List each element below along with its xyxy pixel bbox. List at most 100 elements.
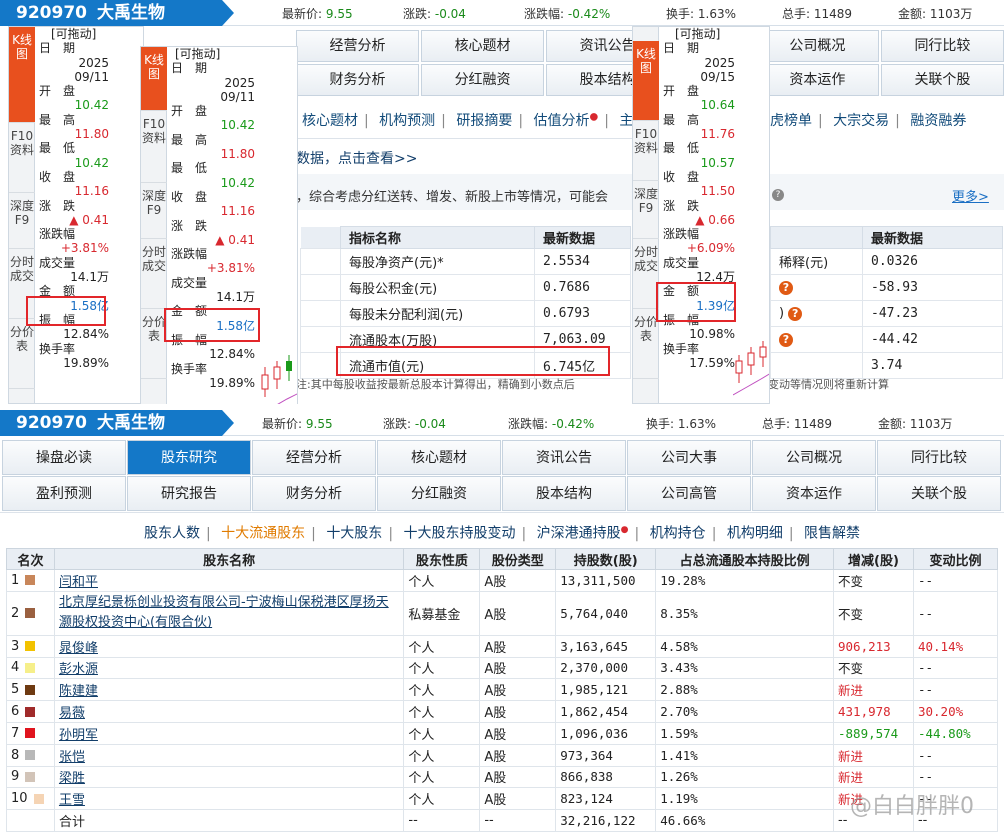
- nav-top-9[interactable]: 资本运作: [755, 64, 879, 96]
- side-tab-f9[interactable]: 深度F9: [141, 183, 167, 239]
- tab-margin[interactable]: 融资融券: [910, 113, 966, 129]
- color-swatch: [25, 706, 36, 717]
- kline-side-tabs: K线图 F10资料 深度F9 分时成交 分价表: [633, 27, 659, 403]
- turnover: 换手: 1.63%: [666, 7, 736, 21]
- holder-name-link[interactable]: 王雪: [53, 787, 405, 811]
- tab-valuation[interactable]: 估值分析: [534, 113, 590, 129]
- tab-core-topic[interactable]: 核心题材: [302, 113, 358, 129]
- tab-holder-count[interactable]: 股东人数: [144, 526, 200, 542]
- tab-top10-change[interactable]: 十大股东持股变动: [403, 526, 515, 542]
- stock-code-name[interactable]: 920970 大禹生物: [0, 410, 234, 436]
- side-tab-price[interactable]: 分价表: [9, 319, 35, 389]
- side-tab-f9[interactable]: 深度F9: [9, 193, 35, 249]
- nav-operation[interactable]: 经营分析: [252, 440, 376, 475]
- nav-events[interactable]: 公司大事: [627, 440, 751, 475]
- holder-name-link[interactable]: 北京厚纪景栎创业投资有限公司-宁波梅山保税港区厚扬天灏股权投资中心(有限合伙): [53, 590, 405, 636]
- holder-name-link[interactable]: 陈建建: [53, 678, 405, 702]
- nav-peers[interactable]: 同行比较: [877, 440, 1001, 475]
- holder-name-link[interactable]: 易薇: [53, 700, 405, 723]
- side-tab-k[interactable]: K线图: [9, 27, 35, 123]
- side-tab-tick[interactable]: 分时成交: [141, 239, 167, 309]
- kline-panel-2[interactable]: K线图 F10资料 深度F9 分时成交 分价表 [可拖动] 日 期 2025 0…: [140, 46, 298, 404]
- nav-shareholder[interactable]: 股东研究: [127, 440, 251, 475]
- help-icon[interactable]: ?: [772, 186, 784, 201]
- tab-lockup[interactable]: 限售解禁: [804, 526, 860, 542]
- holder-type: 个人: [403, 569, 481, 592]
- holder-type: 个人: [403, 678, 481, 702]
- nav-related[interactable]: 关联个股: [877, 476, 1001, 511]
- nav-research[interactable]: 研究报告: [127, 476, 251, 511]
- nav-top-1[interactable]: 经营分析: [296, 30, 420, 62]
- drag-hint[interactable]: [可拖动]: [175, 47, 259, 61]
- notice-link[interactable]: 数据，点击查看>>: [296, 148, 417, 168]
- tab-block-trade[interactable]: 大宗交易: [833, 113, 889, 129]
- drag-hint[interactable]: [可拖动]: [51, 27, 113, 41]
- tab-hk-connect[interactable]: 沪深港通持股: [537, 526, 621, 542]
- question-icon[interactable]: ?: [788, 307, 803, 321]
- nav-top-4[interactable]: 公司概况: [755, 30, 879, 62]
- nav-news[interactable]: 资讯公告: [502, 440, 626, 475]
- tab-inst-forecast[interactable]: 机构预测: [379, 113, 435, 129]
- side-tab-k[interactable]: K线图: [141, 47, 167, 111]
- ind2-val: 0.0326: [862, 248, 1003, 275]
- kline-side-tabs: K线图 F10资料 深度F9 分时成交 分价表: [141, 47, 167, 404]
- holder-name-link[interactable]: 孙明军: [53, 721, 405, 745]
- change-ratio: -44.80%: [912, 721, 999, 745]
- nav-core-topic[interactable]: 核心题材: [377, 440, 501, 475]
- nav-dividend[interactable]: 分红融资: [377, 476, 501, 511]
- ind-header-val: 最新数据: [534, 226, 631, 249]
- side-tab-f10[interactable]: F10资料: [141, 111, 167, 183]
- tab-dragon-tiger[interactable]: 虎榜单: [770, 113, 812, 129]
- share-change: 906,213: [833, 634, 914, 658]
- new-dot-icon: ●: [620, 525, 629, 535]
- nav-capital-ops[interactable]: 资本运作: [752, 476, 876, 511]
- tab-inst-holding[interactable]: 机构持仓: [650, 526, 706, 542]
- change-ratio: --: [912, 569, 999, 592]
- nav-finance[interactable]: 财务分析: [252, 476, 376, 511]
- nav-top-7[interactable]: 分红融资: [421, 64, 545, 96]
- ind-val: 0.7686: [534, 274, 631, 301]
- tab-inst-detail[interactable]: 机构明细: [727, 526, 783, 542]
- share-change: 新进: [833, 743, 914, 767]
- holder-name-link[interactable]: 晁俊峰: [53, 634, 405, 658]
- kline-panel-1[interactable]: K线图 F10资料 深度F9 分时成交 分价表 [可拖动] 日 期 2025 0…: [8, 26, 144, 404]
- color-swatch: [25, 750, 36, 761]
- nav-executives[interactable]: 公司高管: [627, 476, 751, 511]
- nav-top-6[interactable]: 财务分析: [296, 64, 420, 96]
- holder-name-link[interactable]: 彭水源: [53, 656, 405, 680]
- nav-must-read[interactable]: 操盘必读: [2, 440, 126, 475]
- nav-top-5[interactable]: 同行比较: [880, 30, 1004, 62]
- rank: 4: [11, 660, 20, 676]
- holder-name-link[interactable]: 闫和平: [53, 569, 405, 592]
- drag-hint[interactable]: [可拖动]: [675, 27, 739, 41]
- tab-top10-float[interactable]: 十大流通股东: [221, 526, 305, 542]
- rank-cell: 8: [6, 743, 55, 767]
- stock-code: 920970: [16, 413, 87, 433]
- nav-top-2[interactable]: 核心题材: [421, 30, 545, 62]
- stock-code-name[interactable]: 920970 大禹生物: [0, 0, 234, 26]
- question-icon[interactable]: ?: [779, 333, 793, 347]
- bottom-quote-header: 920970 大禹生物 最新价: 9.55 涨跌: -0.04 涨跌幅: -0.4…: [0, 410, 1004, 436]
- ind2-val: -47.23: [862, 300, 1003, 327]
- nav-capital-structure[interactable]: 股本结构: [502, 476, 626, 511]
- share-change: 新进: [833, 678, 914, 702]
- tab-top10[interactable]: 十大股东: [326, 526, 382, 542]
- table-row: 6 易薇 个人 A股 1,862,454 2.70% 431,978 30.20%: [6, 700, 999, 723]
- change-ratio: --: [912, 656, 999, 680]
- kline-panel-3[interactable]: K线图 F10资料 深度F9 分时成交 分价表 [可拖动] 日 期 2025 0…: [632, 26, 770, 404]
- holder-name-link[interactable]: 梁胜: [53, 765, 405, 789]
- rank-cell: 6: [6, 700, 55, 723]
- more-link[interactable]: 更多>: [952, 186, 989, 205]
- side-tab-f10[interactable]: F10资料: [633, 121, 659, 181]
- side-tab-f10[interactable]: F10资料: [9, 123, 35, 193]
- share-type: A股: [479, 678, 557, 702]
- nav-top-10[interactable]: 关联个股: [880, 64, 1004, 96]
- nav-forecast[interactable]: 盈利预测: [2, 476, 126, 511]
- side-tab-k[interactable]: K线图: [633, 41, 659, 121]
- nav-profile[interactable]: 公司概况: [752, 440, 876, 475]
- question-icon[interactable]: ?: [779, 281, 793, 295]
- ind-val: 2.5534: [534, 248, 631, 275]
- holder-name-link[interactable]: 张恺: [53, 743, 405, 767]
- tab-report-summary[interactable]: 研报摘要: [456, 113, 512, 129]
- side-tab-f9[interactable]: 深度F9: [633, 181, 659, 239]
